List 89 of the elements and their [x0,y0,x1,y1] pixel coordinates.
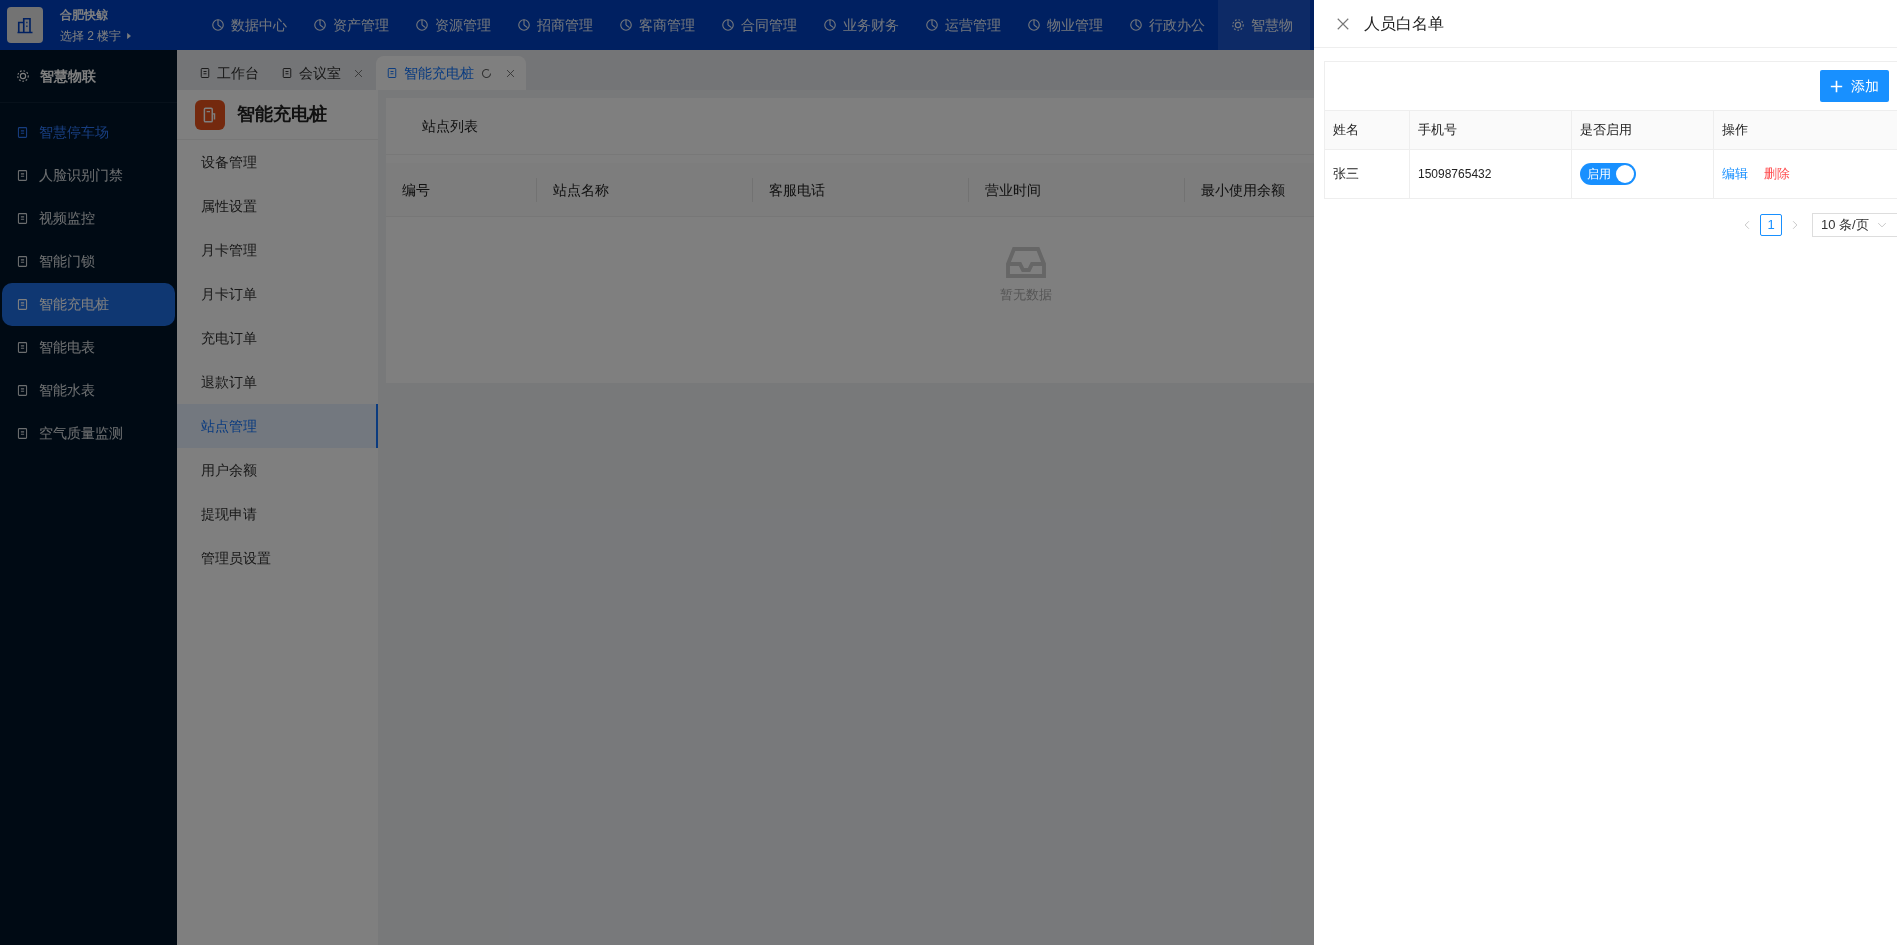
column-header: 操作 [1722,121,1748,140]
building-selector[interactable]: 选择 2 楼宇 [60,26,190,45]
document-icon [281,67,293,79]
menu-item[interactable]: 月卡管理 [177,228,378,272]
clock-icon [415,18,429,32]
close-icon [353,67,364,79]
sidebar-item[interactable]: 智慧停车场 [0,111,177,154]
column-header: 手机号 [1418,121,1457,140]
chevron-left-icon [1742,220,1752,230]
document-icon [199,67,211,79]
close-button[interactable] [1336,16,1350,31]
clock-icon [721,18,735,32]
clock-icon [313,18,327,32]
document-icon [16,341,29,354]
company-name: 合肥快鲸 [60,6,109,24]
page-button[interactable]: 1 [1760,214,1782,236]
nav-tab[interactable]: 资源管理 [402,0,504,50]
nav-tab[interactable]: 客商管理 [606,0,708,50]
sidebar-title: 智慧物联 [40,66,96,86]
document-icon [16,169,29,182]
sidebar-item[interactable]: 视频监控 [0,197,177,240]
refresh-icon [480,66,493,80]
chevron-down-icon [1876,220,1887,230]
nav-tab[interactable]: 合同管理 [708,0,810,50]
sidebar-item[interactable]: 人脸识别门禁 [0,154,177,197]
page-tab[interactable]: 智能充电桩 [376,56,526,90]
building-icon [15,15,35,35]
sidebar-item[interactable]: 智能电表 [0,326,177,369]
close-icon [1336,16,1350,31]
edit-link[interactable]: 编辑 [1722,164,1748,184]
sidebar-item[interactable]: 智能水表 [0,369,177,412]
nav-tab[interactable]: 资产管理 [300,0,402,50]
clock-icon [823,18,837,32]
document-icon [16,212,29,225]
document-icon [16,384,29,397]
nav-tab[interactable]: 业务财务 [810,0,912,50]
menu-item[interactable]: 站点管理 [177,404,378,448]
document-icon [16,126,29,139]
column-header: 营业时间 [985,181,1041,198]
column-header: 客服电话 [769,181,825,198]
document-icon [386,67,398,79]
clock-icon [517,18,531,32]
clock-icon [1129,18,1143,32]
add-button[interactable]: 添加 [1820,70,1889,102]
sidebar-item[interactable]: 智能充电桩 [2,283,175,326]
nav-tab[interactable]: 物业管理 [1014,0,1116,50]
menu-item[interactable]: 充电订单 [177,316,378,360]
clock-icon [211,18,225,32]
column-header: 是否启用 [1580,121,1632,140]
nav-tab[interactable]: 运营管理 [912,0,1014,50]
chevron-right-icon [1790,220,1800,230]
nav-tab[interactable]: 招商管理 [504,0,606,50]
drawer-title: 人员白名单 [1364,13,1444,34]
sidebar-item[interactable]: 空气质量监测 [0,412,177,455]
menu-item[interactable]: 用户余额 [177,448,378,492]
column-header: 姓名 [1333,121,1359,140]
menu-item[interactable]: 提现申请 [177,492,378,536]
plus-icon [1830,79,1843,93]
page-tab[interactable]: 会议室 [271,56,374,90]
clock-icon [1027,18,1041,32]
gear-icon [16,69,30,83]
column-header: 最小使用余额 [1201,181,1285,198]
clock-icon [619,18,633,32]
nav-tab[interactable]: 行政办公 [1116,0,1218,50]
document-icon [16,298,29,311]
column-header: 编号 [402,181,430,198]
table-cell-text: 张三 [1333,165,1359,184]
nav-tab[interactable]: 智慧物 [1218,0,1310,50]
close-icon [505,67,516,79]
menu-item[interactable]: 退款订单 [177,360,378,404]
column-header: 站点名称 [553,181,609,198]
table-cell-text: 15098765432 [1418,166,1492,183]
gear-icon [1231,18,1245,32]
sidebar-item[interactable]: 智能门锁 [0,240,177,283]
clock-icon [925,18,939,32]
module-title: 智能充电桩 [237,103,327,126]
menu-item[interactable]: 管理员设置 [177,536,378,580]
menu-item[interactable]: 设备管理 [177,140,378,184]
card-title: 站点列表 [422,116,478,136]
page-size-select[interactable]: 10 条/页 [1812,213,1897,237]
caret-icon [125,31,134,40]
document-icon [16,255,29,268]
nav-tab[interactable]: 数据中心 [198,0,300,50]
delete-link[interactable]: 删除 [1764,164,1790,184]
menu-item[interactable]: 月卡订单 [177,272,378,316]
menu-item[interactable]: 属性设置 [177,184,378,228]
page-tab[interactable]: 工作台 [189,56,269,90]
toggle-switch[interactable]: 启用 [1580,163,1636,185]
document-icon [16,427,29,440]
